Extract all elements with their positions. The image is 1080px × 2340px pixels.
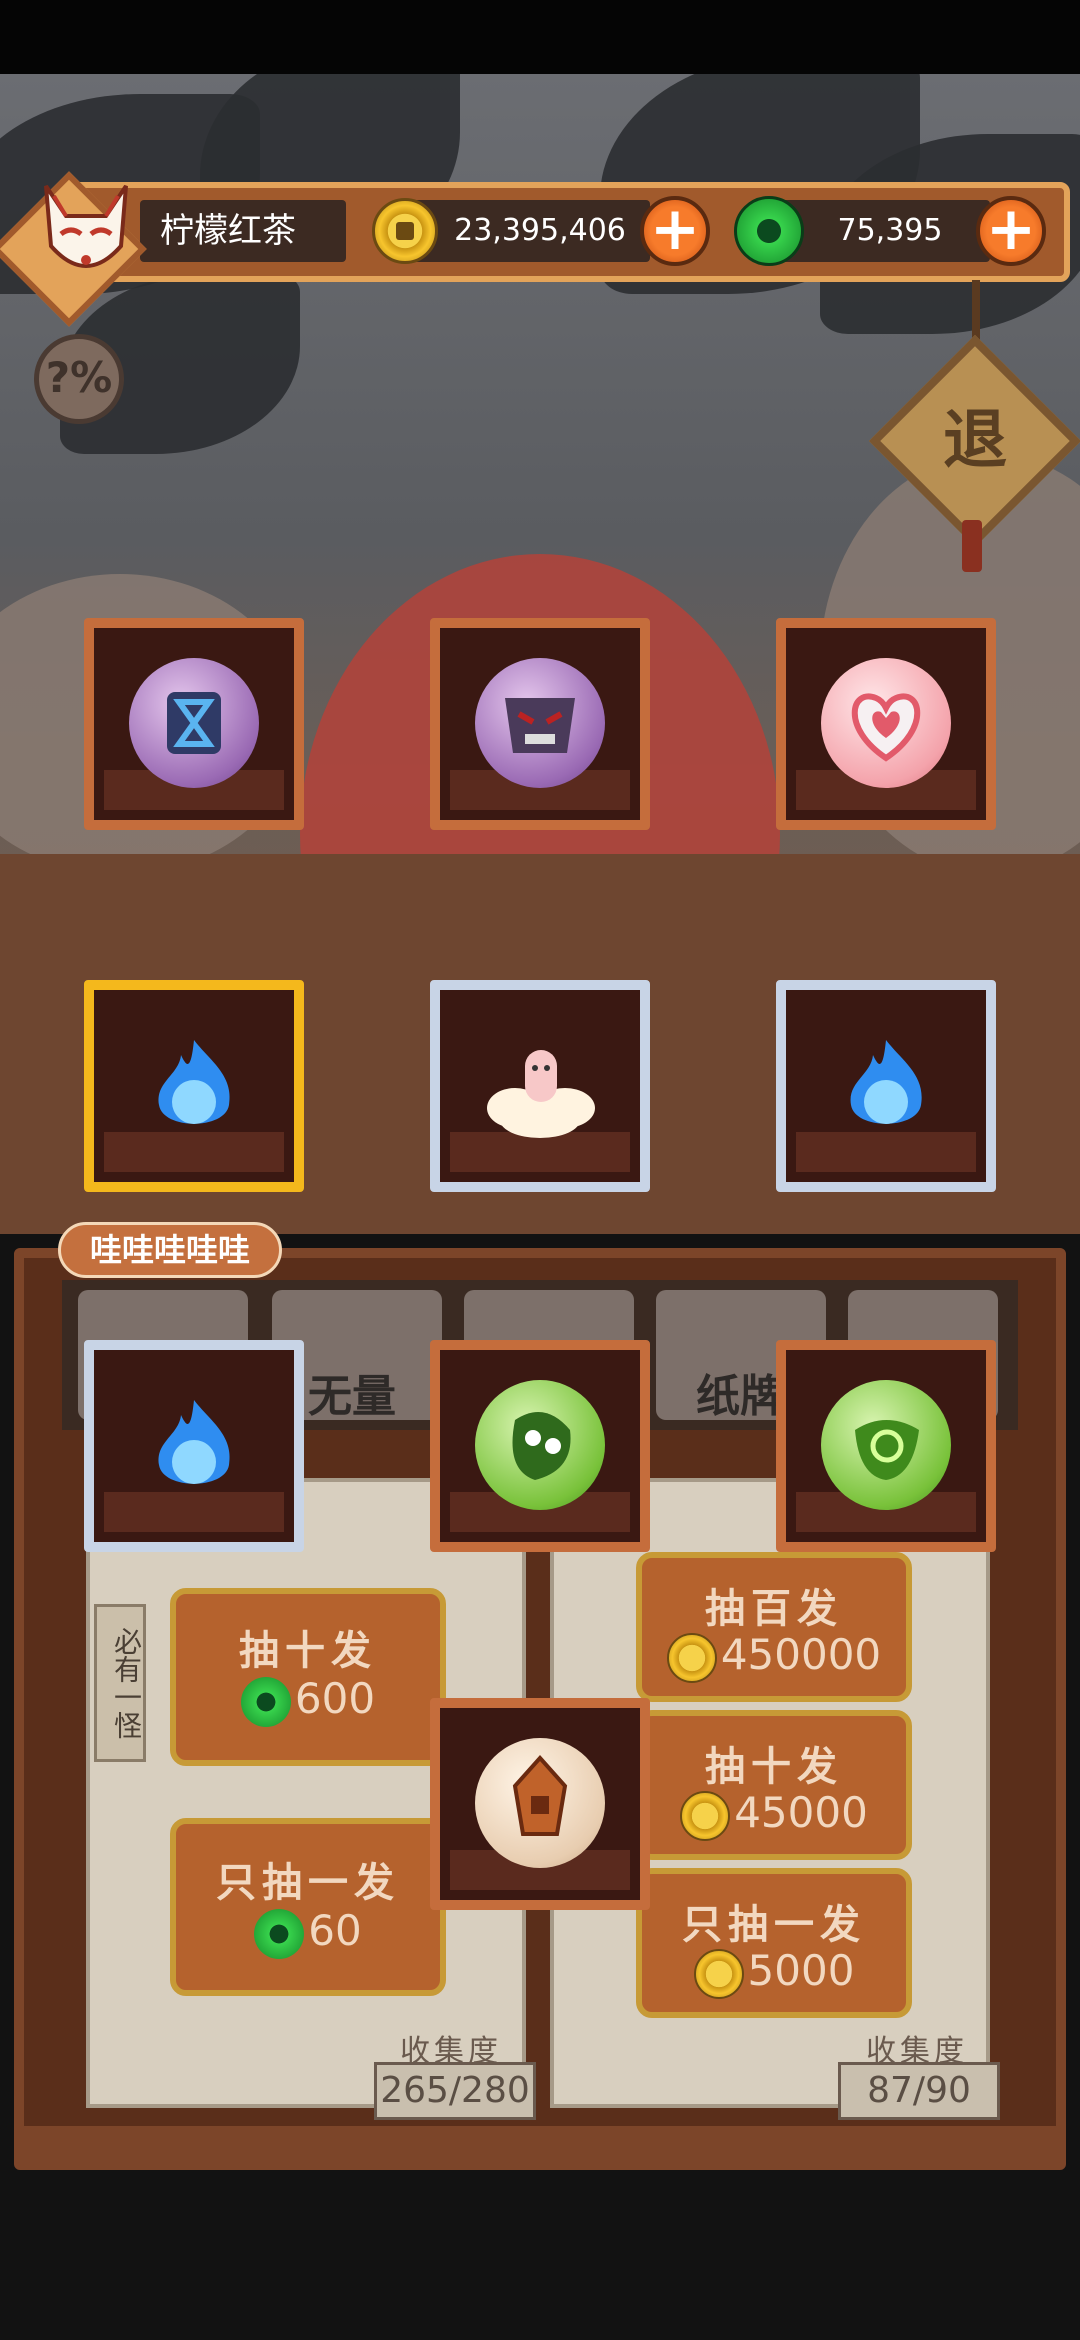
jade-coin-icon [254,1908,305,1959]
status-bar [0,0,1080,74]
coin-draw-one-button[interactable]: 只抽一发 5000 [636,1868,912,2018]
coin-draw-one-price-row: 5000 [642,1946,906,1999]
reward-slot-6[interactable] [776,980,996,1192]
hourglass-orb-icon [129,658,259,788]
jade-draw-one-price: 60 [308,1906,362,1955]
add-coins-button[interactable]: + [640,196,710,266]
reward-slot-2[interactable] [430,618,650,830]
jade-draw-one-button[interactable]: 只抽一发 60 [170,1818,446,1996]
player-name: 柠檬红茶 [160,211,296,251]
jade-coin-icon [240,1676,291,1727]
reward-slot-9[interactable] [776,1340,996,1552]
coin-draw-ten-title: 抽十发 [705,1744,843,1790]
reward-slot-7[interactable] [84,1340,304,1552]
jade-draw-one-title: 只抽一发 [216,1860,400,1906]
guaranteed-tag: 必有一怪 [94,1604,146,1762]
blue-flame-icon [129,1020,259,1150]
sign-tassel [962,520,982,572]
reward-slot-5[interactable] [430,980,650,1192]
gold-coin-icon [693,1948,744,1999]
jade-draw-ten-price-row: 600 [176,1674,440,1727]
green-spirit-orb-icon [821,1380,951,1510]
reward-slot-8[interactable] [430,1340,650,1552]
drop-rate-help-button[interactable]: ?% [34,334,124,424]
jade-draw-ten-price: 600 [294,1674,376,1723]
reward-slot-4[interactable] [84,980,304,1192]
blue-flame-icon [129,1380,259,1510]
lantern-orb-icon [475,1738,605,1868]
tab-cards-label: 纸牌 [696,1371,784,1422]
jade-draw-ten-title: 抽十发 [239,1628,377,1674]
ghost-cloud-icon [475,1020,605,1150]
reward-slot-10[interactable] [430,1698,650,1910]
player-avatar[interactable] [0,171,154,327]
right-collection-count: 87/90 [838,2062,1000,2120]
reward-slot-1[interactable] [84,618,304,830]
heart-orb-icon [821,658,951,788]
coin-draw-one-price: 5000 [747,1946,855,1995]
coin-draw-ten-button[interactable]: 抽十发 45000 [636,1710,912,1860]
exit-button[interactable]: 退 [900,366,1050,516]
blue-flame-icon [821,1020,951,1150]
coin-draw-one-title: 只抽一发 [682,1902,866,1948]
coin-balance: 23,395,406 [454,213,626,248]
coin-draw-hundred-price: 450000 [720,1630,882,1679]
add-jade-button[interactable]: + [976,196,1046,266]
coin-draw-hundred-button[interactable]: 抽百发 450000 [636,1552,912,1702]
jade-draw-one-price-row: 60 [176,1906,440,1959]
jade-balance: 75,395 [837,213,943,248]
coin-draw-ten-price: 45000 [734,1788,868,1837]
gold-coin-icon [372,198,438,264]
fox-mask-icon [44,184,128,268]
coin-draw-hundred-title: 抽百发 [705,1586,843,1632]
jade-draw-ten-button[interactable]: 抽十发 600 [170,1588,446,1766]
tab-wuliang-label: 无量 [308,1371,396,1422]
left-collection-count: 265/280 [374,2062,536,2120]
coin-draw-ten-price-row: 45000 [642,1788,906,1841]
reward-slot-3[interactable] [776,618,996,830]
navigation-bar-area [0,2170,1080,2340]
demon-mask-orb-icon [475,658,605,788]
speech-bubble: 哇哇哇哇哇 [58,1222,282,1278]
green-creature-orb-icon [475,1380,605,1510]
cabinet-bottom-rail [14,2126,1066,2162]
jade-coin-icon [734,196,804,266]
gold-coin-icon [680,1790,731,1841]
gold-coin-icon [666,1632,717,1683]
coin-draw-hundred-price-row: 450000 [642,1630,906,1683]
